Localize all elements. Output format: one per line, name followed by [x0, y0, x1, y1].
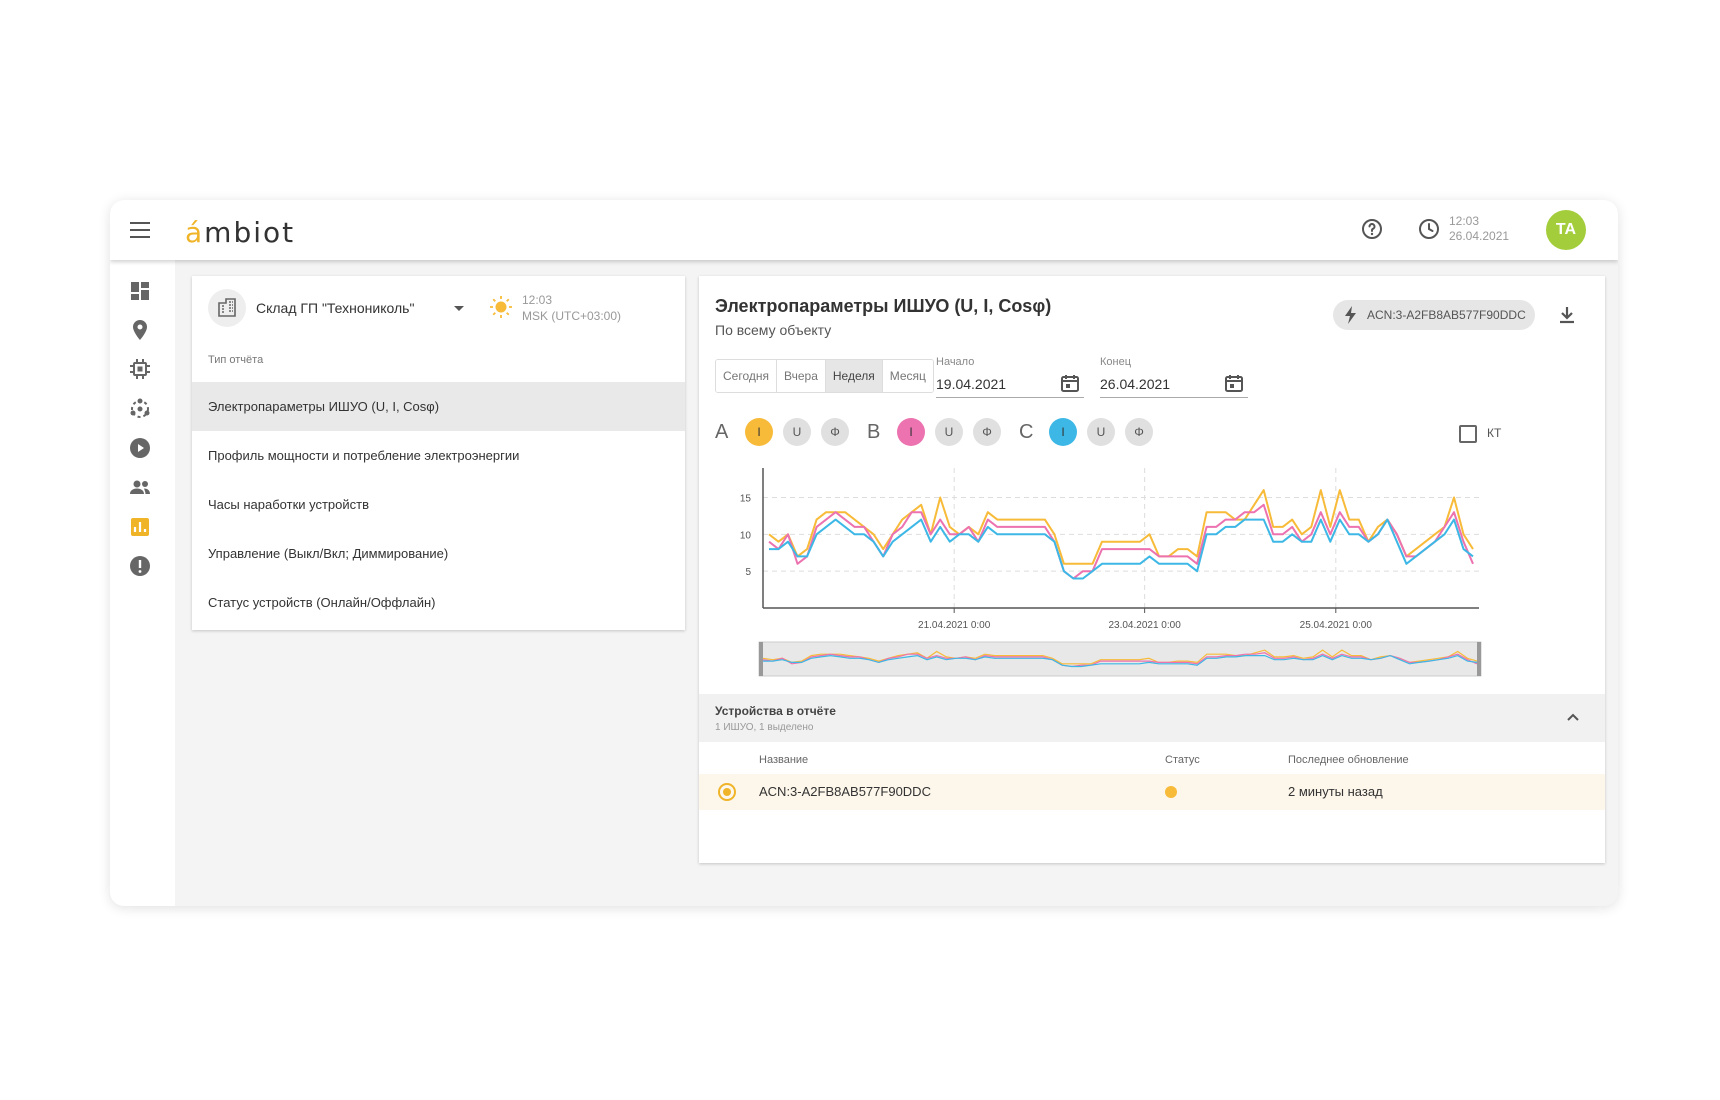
report-item-device-status[interactable]: Статус устройств (Онлайн/Оффлайн): [192, 578, 685, 627]
column-name-header: Название: [759, 754, 809, 766]
report-type-panel: Склад ГП "Технониколь" 12:03 MSK (UTC+03…: [192, 276, 685, 630]
x-tick-label: 21.04.2021 0:00: [918, 620, 991, 631]
row-radio[interactable]: [718, 783, 736, 801]
end-date-field[interactable]: 26.04.2021: [1100, 370, 1248, 398]
report-subtitle: По всему объекту: [715, 322, 832, 338]
phase-b-voltage-chip[interactable]: U: [935, 418, 963, 446]
dashboard-icon[interactable]: [128, 279, 152, 303]
table-row[interactable]: ACN:3-A2FB8AB577F90DDC 2 минуты назад: [699, 774, 1605, 810]
logo-accent: á: [185, 216, 205, 249]
phase-a-phi-chip[interactable]: Φ: [821, 418, 849, 446]
series-line-1: [768, 489, 1474, 565]
report-type-label: Тип отчёта: [208, 354, 264, 366]
x-tick-label: 25.04.2021 0:00: [1300, 620, 1373, 631]
period-today-button[interactable]: Сегодня: [716, 360, 777, 392]
navigator-handle-right: [1477, 642, 1481, 676]
end-date-label: Конец: [1100, 356, 1132, 368]
phase-a-label: A: [715, 421, 729, 443]
header-datetime: 12:03 26.04.2021: [1449, 214, 1509, 244]
chart-axes: [762, 468, 1479, 613]
device-chip[interactable]: ACN:3-A2FB8AB577F90DDC: [1333, 300, 1535, 330]
devices-subtitle: 1 ИШУО, 1 выделено: [715, 722, 814, 733]
phase-a-voltage-chip[interactable]: U: [783, 418, 811, 446]
help-icon[interactable]: [1360, 217, 1384, 241]
kt-checkbox[interactable]: [1459, 425, 1477, 443]
phase-c-voltage-chip[interactable]: U: [1087, 418, 1115, 446]
site-time: 12:03 MSK (UTC+03:00): [522, 292, 621, 324]
period-selector: Сегодня Вчера Неделя Месяц: [715, 359, 934, 393]
header-time: 12:03: [1449, 214, 1480, 228]
period-month-button[interactable]: Месяц: [882, 360, 933, 392]
y-tick-label: 5: [745, 567, 751, 578]
period-week-button[interactable]: Неделя: [825, 360, 883, 392]
top-bar: ámbiot 12:03 26.04.2021 TA: [110, 200, 1618, 260]
row-last-updated: 2 минуты назад: [1288, 784, 1383, 799]
column-updated-header: Последнее обновление: [1288, 754, 1409, 766]
site-dropdown-icon[interactable]: [454, 306, 464, 311]
download-icon[interactable]: [1556, 304, 1578, 326]
site-timezone: MSK (UTC+03:00): [522, 309, 622, 323]
report-item-electroparameters[interactable]: Электропараметры ИШУО (U, I, Cosφ): [192, 382, 685, 431]
site-selector-button[interactable]: [208, 289, 246, 327]
phase-b-phi-chip[interactable]: Φ: [973, 418, 1001, 446]
report-title: Электропараметры ИШУО (U, I, Cosφ): [715, 296, 1052, 316]
logo-text: mbiot: [204, 216, 296, 249]
site-clock: 12:03: [522, 293, 553, 307]
app-window: ámbiot 12:03 26.04.2021 TA Склад ГП "Тех…: [110, 200, 1618, 906]
report-item-runtime-hours[interactable]: Часы наработки устройств: [192, 480, 685, 529]
phase-c-label: C: [1019, 421, 1034, 443]
row-device-name: ACN:3-A2FB8AB577F90DDC: [759, 784, 931, 799]
sun-icon: [490, 296, 512, 318]
report-item-control[interactable]: Управление (Выкл/Вкл; Диммирование): [192, 529, 685, 578]
location-pin-icon[interactable]: [128, 318, 152, 342]
chip-icon[interactable]: [128, 357, 152, 381]
building-icon: [218, 298, 236, 317]
devices-header[interactable]: Устройства в отчёте 1 ИШУО, 1 выделено: [699, 694, 1605, 742]
status-indicator: [1165, 786, 1177, 798]
alert-icon[interactable]: [128, 554, 152, 578]
phase-c-current-chip[interactable]: I: [1049, 418, 1077, 446]
start-date-label: Начало: [936, 356, 975, 368]
end-date-value: 26.04.2021: [1100, 376, 1171, 392]
column-status-header: Статус: [1165, 754, 1200, 766]
phase-b-label: B: [867, 421, 881, 443]
play-icon[interactable]: [128, 436, 152, 460]
start-date-value: 19.04.2021: [936, 376, 1007, 392]
calendar-icon[interactable]: [1060, 373, 1080, 393]
navigator-handle-left: [759, 642, 763, 676]
users-icon[interactable]: [128, 475, 152, 499]
phase-a-current-chip[interactable]: I: [745, 418, 773, 446]
device-chip-label: ACN:3-A2FB8AB577F90DDC: [1367, 308, 1526, 322]
clock-icon: [1419, 219, 1439, 239]
logo: ámbiot: [185, 216, 295, 249]
report-icon[interactable]: [128, 515, 152, 539]
phase-c-phi-chip[interactable]: Φ: [1125, 418, 1153, 446]
sidebar: [110, 260, 175, 906]
network-icon[interactable]: [128, 397, 152, 421]
report-panel: Электропараметры ИШУО (U, I, Cosφ) По вс…: [699, 276, 1605, 863]
site-name[interactable]: Склад ГП "Технониколь": [256, 300, 414, 316]
start-date-field[interactable]: 19.04.2021: [936, 370, 1084, 398]
phase-b-current-chip[interactable]: I: [897, 418, 925, 446]
devices-title: Устройства в отчёте: [715, 704, 836, 718]
lightning-icon: [1345, 306, 1356, 324]
kt-label: КТ: [1487, 426, 1502, 440]
x-tick-label: 23.04.2021 0:00: [1108, 620, 1181, 631]
chevron-up-icon[interactable]: [1565, 710, 1581, 726]
report-item-power-profile[interactable]: Профиль мощности и потребление электроэн…: [192, 431, 685, 480]
y-tick-label: 10: [740, 530, 752, 541]
header-date: 26.04.2021: [1449, 229, 1510, 243]
avatar[interactable]: TA: [1546, 210, 1586, 250]
y-tick-label: 15: [740, 493, 752, 504]
calendar-icon[interactable]: [1224, 373, 1244, 393]
period-yesterday-button[interactable]: Вчера: [777, 360, 826, 392]
menu-icon[interactable]: [130, 222, 150, 238]
line-chart[interactable]: 5 10 15 21.04.2021 0:00 23.04.2021 0:00 25.04…: [699, 452, 1605, 690]
chart-navigator[interactable]: [758, 641, 1482, 677]
